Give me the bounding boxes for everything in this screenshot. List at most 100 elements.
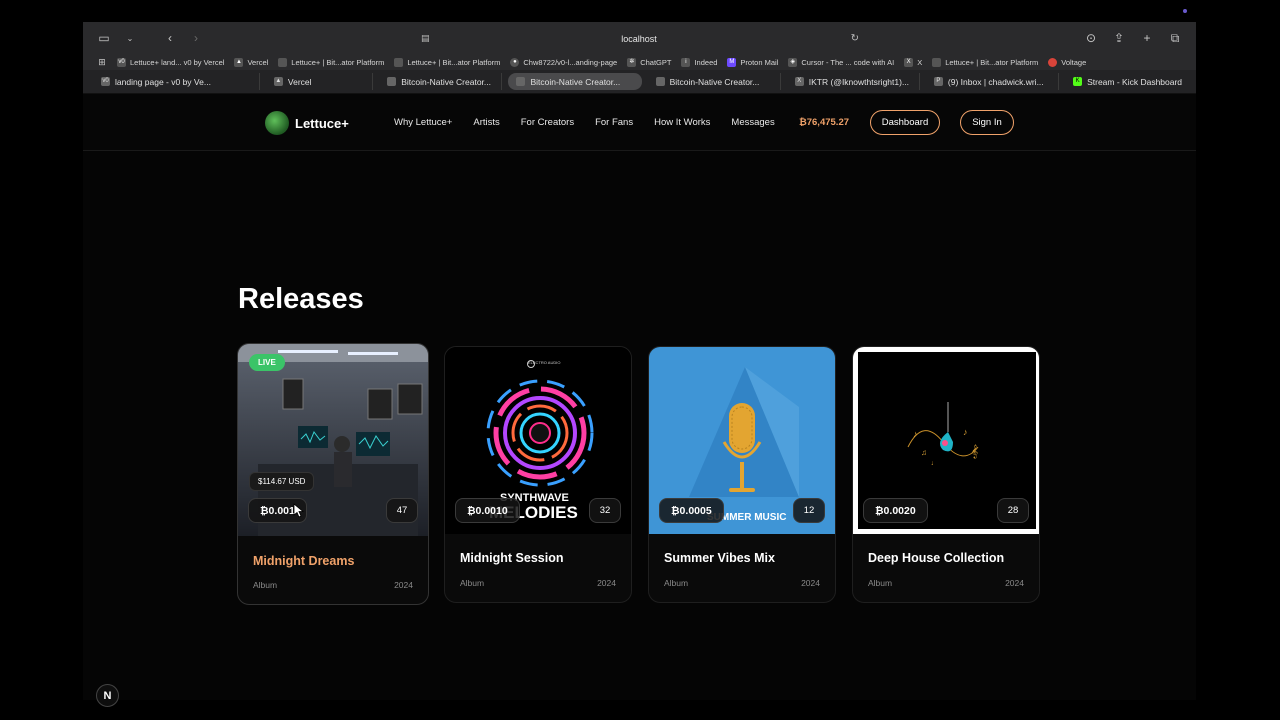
- github-icon: ●: [510, 57, 520, 67]
- bookmark-item[interactable]: ✲ ChatGPT: [627, 57, 671, 67]
- bookmark-item[interactable]: ▲ Vercel: [234, 57, 268, 67]
- bookmark-item[interactable]: XX: [904, 57, 922, 67]
- release-card[interactable]: ♪ ♫ ♪ 𝄞 ♩ ₿0.0020 28 Deep House Collecti…: [852, 346, 1040, 603]
- browser-tab[interactable]: v0 landing page - v0 by Ve...: [93, 73, 260, 90]
- svg-text:♪: ♪: [913, 429, 918, 439]
- tab-overview-icon[interactable]: ⧉: [1166, 31, 1184, 46]
- bookmark-item[interactable]: Voltage: [1048, 57, 1086, 67]
- release-type: Album: [460, 578, 485, 588]
- nav-for-creators[interactable]: For Creators: [521, 117, 574, 128]
- v0-icon: v0: [117, 57, 126, 67]
- reload-icon[interactable]: ↻: [851, 33, 859, 44]
- release-title: Midnight Dreams: [253, 554, 355, 568]
- release-card[interactable]: LIVE $114.67 USD ₿0.001 47 Midnight Drea…: [237, 343, 429, 605]
- mouse-pointer-icon: [293, 503, 304, 518]
- release-card[interactable]: SUMMER MUSIC ₿0.0005 12 Summer Vibes Mix…: [648, 346, 836, 603]
- brand-logo[interactable]: Lettuce+: [265, 111, 349, 135]
- release-year: 2024: [394, 580, 413, 590]
- nextjs-devtools-badge[interactable]: N: [96, 684, 119, 707]
- page-icon: ▤: [421, 33, 430, 43]
- release-title: Midnight Session: [460, 551, 564, 565]
- count-badge: 47: [386, 498, 418, 523]
- back-icon[interactable]: ‹: [161, 31, 179, 45]
- bookmark-item[interactable]: M Proton Mail: [727, 57, 778, 67]
- tab-bar: v0 landing page - v0 by Ve... ▲ Vercel Bit…: [83, 70, 1196, 94]
- bookmark-item[interactable]: Lettuce+ | Bit...ator Platform: [394, 57, 500, 67]
- chatgpt-icon: ✲: [627, 57, 637, 67]
- browser-window: ▭ ⌄ ‹ › ▤ localhost ↻ ⊙ ⇪ + ⧉ ⊞ v0 Lettuc…: [83, 22, 1196, 700]
- release-type: Album: [253, 580, 278, 590]
- browser-tab[interactable]: K Stream - Kick Dashboard: [1065, 73, 1190, 90]
- kick-icon: K: [1073, 77, 1083, 86]
- browser-tab[interactable]: Bitcoin-Native Creator...: [648, 73, 781, 90]
- mail-icon: P: [933, 77, 943, 86]
- lettuce-icon: [265, 111, 289, 135]
- page-icon: [394, 57, 404, 67]
- bookmark-item[interactable]: Lettuce+ | Bit...ator Platform: [278, 57, 384, 67]
- vercel-icon: ▲: [273, 77, 283, 86]
- svg-text:𝄞: 𝄞: [971, 444, 978, 458]
- proton-icon: M: [727, 57, 737, 67]
- release-card[interactable]: ELECTRO AUDIO SYNTHWAVE MELODIES ₿0.0010…: [444, 346, 632, 603]
- v0-icon: v0: [101, 77, 110, 86]
- bookmark-item[interactable]: v0 Lettuce+ land... v0 by Vercel: [117, 57, 224, 67]
- bookmarks-bar: ⊞ v0 Lettuce+ land... v0 by Vercel ▲ Verce…: [83, 54, 1196, 70]
- sign-in-button[interactable]: Sign In: [960, 110, 1014, 135]
- download-icon[interactable]: ⊙: [1082, 31, 1100, 45]
- release-year: 2024: [597, 578, 616, 588]
- release-title: Summer Vibes Mix: [664, 551, 775, 565]
- sidebar-toggle-icon[interactable]: ▭: [95, 31, 113, 45]
- bookmark-item[interactable]: ◈ Cursor - The ... code with AI: [788, 57, 894, 67]
- live-badge: LIVE: [249, 354, 285, 371]
- main-nav: Why Lettuce+ Artists For Creators For Fa…: [394, 117, 796, 128]
- count-badge: 28: [997, 498, 1029, 523]
- page-icon: [932, 57, 942, 67]
- site-header: Lettuce+ Why Lettuce+ Artists For Creato…: [83, 94, 1196, 151]
- browser-toolbar: ▭ ⌄ ‹ › ▤ localhost ↻ ⊙ ⇪ + ⧉: [83, 22, 1196, 54]
- release-title: Deep House Collection: [868, 551, 1005, 565]
- browser-tab[interactable]: Bitcoin-Native Creator...: [379, 73, 503, 90]
- releases-heading: Releases: [238, 283, 364, 315]
- x-icon: X: [904, 57, 914, 67]
- nav-messages[interactable]: Messages: [731, 117, 774, 128]
- nav-why-lettuce[interactable]: Why Lettuce+: [394, 117, 452, 128]
- indeed-icon: i: [681, 57, 691, 67]
- new-tab-icon[interactable]: +: [1138, 31, 1156, 45]
- page-icon: [278, 57, 288, 67]
- price-badge[interactable]: ₿0.0010: [455, 498, 520, 523]
- release-type: Album: [868, 578, 893, 588]
- release-year: 2024: [801, 578, 820, 588]
- brand-name: Lettuce+: [295, 115, 349, 131]
- voltage-icon: [1048, 57, 1058, 67]
- nav-how-it-works[interactable]: How It Works: [654, 117, 710, 128]
- address-bar[interactable]: ▤ localhost ↻: [417, 29, 861, 48]
- page-icon: [655, 77, 665, 86]
- browser-tab[interactable]: X IKTR (@Iknowthtsright1)...: [787, 73, 920, 90]
- share-icon[interactable]: ⇪: [1110, 31, 1128, 45]
- page-icon: [387, 77, 397, 86]
- grid-icon[interactable]: ⊞: [93, 57, 111, 68]
- url-text: localhost: [621, 33, 657, 44]
- count-badge: 12: [793, 498, 825, 523]
- chevron-down-icon[interactable]: ⌄: [121, 34, 139, 43]
- release-type: Album: [664, 578, 689, 588]
- forward-icon[interactable]: ›: [187, 31, 205, 45]
- browser-tab-active[interactable]: Bitcoin-Native Creator...: [508, 73, 642, 90]
- wallet-balance: ₿76,475.27: [799, 117, 850, 128]
- bookmark-item[interactable]: ● Chw8722/v0-l...anding-page: [510, 57, 617, 67]
- bookmark-item[interactable]: Lettuce+ | Bit...ator Platform: [932, 57, 1038, 67]
- dashboard-button[interactable]: Dashboard: [870, 110, 940, 135]
- svg-text:♪: ♪: [963, 427, 968, 437]
- browser-tab[interactable]: P (9) Inbox | chadwick.wri...: [926, 73, 1060, 90]
- nav-for-fans[interactable]: For Fans: [595, 117, 633, 128]
- browser-tab[interactable]: ▲ Vercel: [266, 73, 374, 90]
- price-badge[interactable]: ₿0.0005: [659, 498, 724, 523]
- page-icon: [516, 77, 526, 86]
- bookmark-item[interactable]: i Indeed: [681, 57, 717, 67]
- nav-artists[interactable]: Artists: [473, 117, 499, 128]
- x-icon: X: [794, 77, 804, 86]
- price-badge[interactable]: ₿0.0020: [863, 498, 928, 523]
- cursor-icon: ◈: [788, 57, 798, 67]
- usd-price-tooltip: $114.67 USD: [249, 472, 315, 491]
- svg-text:♩: ♩: [931, 460, 938, 467]
